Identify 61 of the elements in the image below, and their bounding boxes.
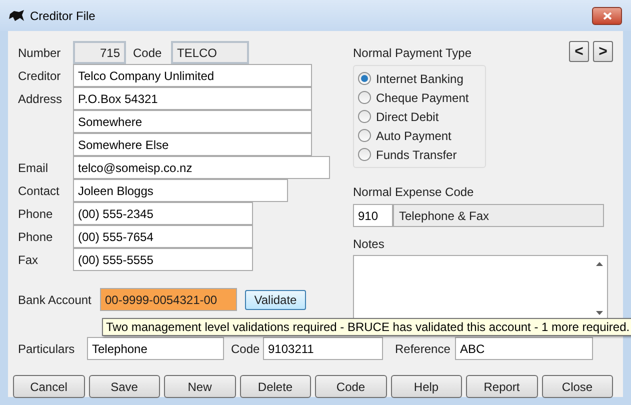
radio-button[interactable] bbox=[358, 129, 371, 142]
previous-button[interactable]: < bbox=[569, 41, 589, 62]
action-button[interactable]: Delete bbox=[240, 375, 311, 398]
bank-account-field[interactable]: 00-9999-0054321-00 bbox=[100, 288, 237, 311]
code-field: TELCO bbox=[171, 41, 249, 64]
radio-label: Internet Banking bbox=[376, 70, 464, 88]
radio-label: Cheque Payment bbox=[376, 90, 469, 106]
field-label: Bank Account bbox=[18, 292, 92, 308]
text-field[interactable]: telco@someisp.co.nz bbox=[73, 156, 330, 179]
text-field[interactable]: Somewhere Else bbox=[73, 133, 312, 156]
field-label: Particulars bbox=[18, 340, 76, 358]
expense-description-field: Telephone & Fax bbox=[393, 204, 604, 227]
radio-label: Direct Debit bbox=[376, 108, 439, 126]
field-label: Contact bbox=[18, 184, 60, 198]
section-label: Notes bbox=[353, 236, 386, 253]
field-label: Phone bbox=[18, 230, 53, 244]
text-field[interactable]: Joleen Bloggs bbox=[73, 179, 288, 202]
next-button[interactable]: > bbox=[593, 41, 613, 62]
field-label: Code bbox=[132, 44, 163, 62]
radio-button[interactable] bbox=[358, 72, 371, 85]
action-button[interactable]: Close bbox=[542, 375, 613, 398]
window-close-button[interactable] bbox=[592, 6, 622, 24]
text-field[interactable]: P.O.Box 54321 bbox=[73, 87, 312, 110]
radio-button[interactable] bbox=[358, 148, 371, 161]
field-label: Number bbox=[18, 44, 62, 62]
text-field[interactable]: Telco Company Unlimited bbox=[73, 64, 312, 87]
radio-label: Funds Transfer bbox=[376, 146, 457, 164]
field-label: Phone bbox=[18, 207, 53, 221]
text-field[interactable]: ABC bbox=[455, 337, 593, 360]
field-label: Address bbox=[18, 92, 62, 106]
action-button[interactable]: Help bbox=[390, 375, 462, 398]
animal-icon bbox=[9, 10, 25, 22]
field-label: Reference bbox=[394, 340, 452, 358]
action-button[interactable]: Cancel bbox=[13, 375, 84, 398]
section-label: Normal Expense Code bbox=[353, 184, 475, 201]
action-button[interactable]: Save bbox=[88, 375, 160, 398]
radio-label: Auto Payment bbox=[376, 128, 452, 144]
text-field[interactable]: (00) 555-5555 bbox=[73, 248, 253, 271]
section-label: Normal Payment Type bbox=[353, 45, 472, 62]
window-title: Creditor File bbox=[30, 8, 96, 24]
up-arrow-icon[interactable] bbox=[596, 262, 602, 266]
text-field[interactable]: 9103211 bbox=[263, 337, 383, 360]
action-button[interactable]: New bbox=[164, 375, 236, 398]
expense-code-field[interactable]: 910 bbox=[353, 204, 393, 227]
close-icon bbox=[602, 12, 612, 20]
text-field[interactable]: Somewhere bbox=[73, 110, 312, 133]
text-field[interactable]: (00) 555-7654 bbox=[73, 225, 253, 248]
field-label: Code bbox=[230, 340, 261, 358]
text-field[interactable]: (00) 555-2345 bbox=[73, 202, 253, 225]
down-arrow-icon[interactable] bbox=[596, 311, 602, 315]
radio-button[interactable] bbox=[358, 91, 371, 104]
text-field[interactable]: Telephone bbox=[87, 337, 224, 360]
radio-button[interactable] bbox=[358, 110, 371, 123]
field-label: Email bbox=[18, 161, 48, 175]
field-label: Creditor bbox=[18, 69, 61, 83]
action-button[interactable]: Code bbox=[315, 375, 386, 398]
number-field: 715 bbox=[73, 41, 126, 64]
tooltip: Two management level validations required - BRUCE has validated this account - 1 more required. bbox=[102, 318, 631, 336]
field-label: Fax bbox=[18, 253, 38, 267]
action-button[interactable]: Report bbox=[466, 375, 538, 398]
validate-button[interactable]: Validate bbox=[245, 290, 306, 310]
